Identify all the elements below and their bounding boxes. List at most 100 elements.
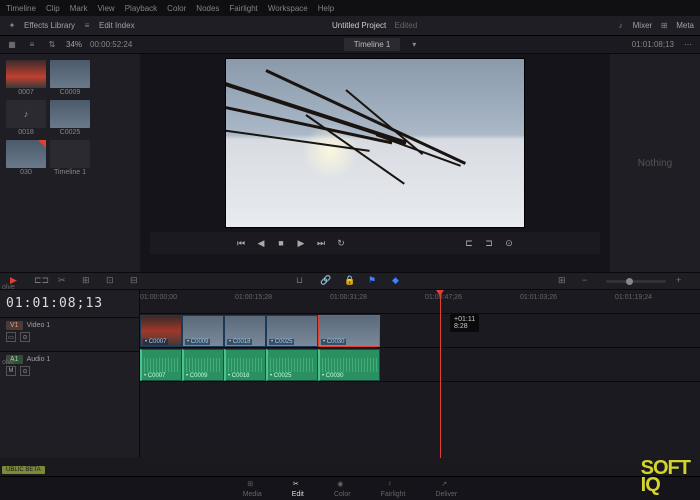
effects-library-button[interactable]: Effects Library <box>24 21 75 30</box>
menu-view[interactable]: View <box>98 4 115 13</box>
page-fairlight[interactable]: ♪Fairlight <box>381 480 406 498</box>
menu-timeline[interactable]: Timeline <box>6 4 36 13</box>
loop-button[interactable]: ↻ <box>335 237 347 249</box>
match-frame-button[interactable]: ⊙ <box>503 237 515 249</box>
media-clip[interactable]: C0009 <box>50 60 90 96</box>
menu-mark[interactable]: Mark <box>70 4 88 13</box>
video-track-name: Video 1 <box>27 322 51 329</box>
edit-index-icon[interactable]: ≡ <box>81 20 93 32</box>
viewer-toolbar: ▦ ≡ ⇅ 34% 00:00:52:24 Timeline 1 ▾ 01:01… <box>0 36 700 54</box>
menu-nodes[interactable]: Nodes <box>196 4 219 13</box>
effects-library-icon[interactable]: ✦ <box>6 20 18 32</box>
video-clip[interactable]: • C0030 <box>318 315 380 347</box>
lock-toggle[interactable]: 🔒 <box>344 275 358 287</box>
metadata-button[interactable]: Meta <box>676 21 694 30</box>
top-panel-bar: ✦ Effects Library ≡ Edit Index Untitled … <box>0 16 700 36</box>
audio-track-name: Audio 1 <box>27 356 51 363</box>
timeline-viewer: ⏮ ◀ ■ ▶ ⏭ ↻ ⊏ ⊐ ⊙ <box>140 54 610 272</box>
menu-playback[interactable]: Playback <box>125 4 157 13</box>
insert-tool[interactable]: ⊞ <box>82 275 96 287</box>
media-clip[interactable]: 030 <box>6 140 46 176</box>
video-track-lane[interactable]: • C0007• C0009• C0018• C0025• C0030 <box>140 314 700 348</box>
menu-workspace[interactable]: Workspace <box>268 4 308 13</box>
timeline-tracks[interactable]: 01:00:00;0001:00:15;2801:00:31;2801:00:4… <box>140 290 700 458</box>
page-media[interactable]: ⊞Media <box>243 480 262 498</box>
timeline-ruler[interactable]: 01:00:00;0001:00:15;2801:00:31;2801:00:4… <box>140 290 700 314</box>
media-clip[interactable]: C0025 <box>50 100 90 136</box>
page-deliver[interactable]: ↗Deliver <box>435 480 457 498</box>
mark-out-button[interactable]: ⊐ <box>483 237 495 249</box>
playhead-tooltip: +01:118:28 <box>450 314 479 332</box>
timeline-view-icon[interactable]: ⊞ <box>558 275 572 287</box>
menu-fairlight[interactable]: Fairlight <box>229 4 257 13</box>
inspector-empty-text: Nothing <box>638 158 672 169</box>
edit-index-button[interactable]: Edit Index <box>99 21 135 30</box>
snap-toggle[interactable]: ⊔ <box>296 275 310 287</box>
mixer-button[interactable]: Mixer <box>633 21 653 30</box>
view-list-icon[interactable]: ≡ <box>26 39 38 51</box>
project-status: Edited <box>395 21 418 30</box>
audio-track-lane[interactable]: • C0007• C0009• C0018• C0025• C0030 <box>140 348 700 382</box>
video-clip[interactable]: • C0009 <box>182 315 224 347</box>
left-side-tab-2[interactable]: olve <box>0 355 20 370</box>
timeline-timecode[interactable]: 01:01:08;13 <box>0 290 139 317</box>
video-enable-icon[interactable]: ⊙ <box>20 332 30 342</box>
audio-clip[interactable]: • C0018 <box>224 349 266 381</box>
mark-in-button[interactable]: ⊏ <box>463 237 475 249</box>
page-color[interactable]: ◉Color <box>334 480 351 498</box>
watermark: SOFTIQ <box>641 460 690 494</box>
video-clip[interactable]: • C0018 <box>224 315 266 347</box>
audio-clip[interactable]: • C0009 <box>182 349 224 381</box>
audio-clip[interactable]: • C0030 <box>318 349 380 381</box>
menu-clip[interactable]: Clip <box>46 4 60 13</box>
project-title: Untitled Project <box>332 21 386 30</box>
link-toggle[interactable]: 🔗 <box>320 275 334 287</box>
video-clip[interactable]: • C0007 <box>140 315 182 347</box>
audio-solo-button[interactable]: ⊙ <box>20 366 30 376</box>
playhead[interactable] <box>440 290 441 458</box>
trim-tool[interactable]: ⊏⊐ <box>34 275 48 287</box>
mixer-icon[interactable]: ♪ <box>615 20 627 32</box>
flag-toggle[interactable]: ⚑ <box>368 275 382 287</box>
first-frame-button[interactable]: ⏮ <box>235 237 247 249</box>
inspector-panel: Nothing <box>610 54 700 272</box>
zoom-in-button[interactable]: + <box>676 275 690 287</box>
sort-icon[interactable]: ⇅ <box>46 39 58 51</box>
play-button[interactable]: ▶ <box>295 237 307 249</box>
video-clip[interactable]: • C0025 <box>266 315 318 347</box>
page-edit[interactable]: ✂Edit <box>292 480 304 498</box>
tab-dropdown-icon[interactable]: ▾ <box>408 39 420 51</box>
beta-badge: UBLIC BETA <box>2 466 45 474</box>
page-nav: ⊞Media ✂Edit ◉Color ♪Fairlight ↗Deliver <box>0 476 700 500</box>
audio-clip[interactable]: • C0007 <box>140 349 182 381</box>
blade-tool[interactable]: ✂ <box>58 275 72 287</box>
replace-tool[interactable]: ⊟ <box>130 275 144 287</box>
overwrite-tool[interactable]: ⊡ <box>106 275 120 287</box>
track-headers: 01:01:08;13 V1Video 1 ▭⊙ A1Audio 1 M⊙ <box>0 290 140 458</box>
stop-button[interactable]: ■ <box>275 237 287 249</box>
media-clip[interactable]: 0007 <box>6 60 46 96</box>
metadata-icon[interactable]: ⊞ <box>658 20 670 32</box>
last-frame-button[interactable]: ⏭ <box>315 237 327 249</box>
timeline-tab[interactable]: Timeline 1 <box>344 38 401 51</box>
menu-help[interactable]: Help <box>318 4 334 13</box>
menu-color[interactable]: Color <box>167 4 186 13</box>
left-side-tab-1[interactable]: olve <box>0 280 20 295</box>
zoom-slider[interactable] <box>606 280 666 283</box>
video-track-header[interactable]: V1Video 1 ▭⊙ <box>0 317 139 351</box>
zoom-percent[interactable]: 34% <box>66 40 82 49</box>
marker-toggle[interactable]: ◆ <box>392 275 406 287</box>
media-clip[interactable]: ♪0018 <box>6 100 46 136</box>
transport-controls: ⏮ ◀ ■ ▶ ⏭ ↻ ⊏ ⊐ ⊙ <box>150 232 600 254</box>
play-reverse-button[interactable]: ◀ <box>255 237 267 249</box>
menu-bar: Timeline Clip Mark View Playback Color N… <box>0 0 700 16</box>
viewer-canvas[interactable] <box>225 58 525 228</box>
audio-clip[interactable]: • C0025 <box>266 349 318 381</box>
media-clip[interactable]: Timeline 1 <box>50 140 90 176</box>
audio-track-header[interactable]: A1Audio 1 M⊙ <box>0 351 139 385</box>
zoom-out-button[interactable]: − <box>582 275 596 287</box>
options-icon[interactable]: ⋯ <box>682 39 694 51</box>
media-pool: 0007C0009♪0018C0025030Timeline 1 <box>0 54 140 272</box>
view-grid-icon[interactable]: ▦ <box>6 39 18 51</box>
source-timecode: 00:00:52:24 <box>90 40 132 49</box>
